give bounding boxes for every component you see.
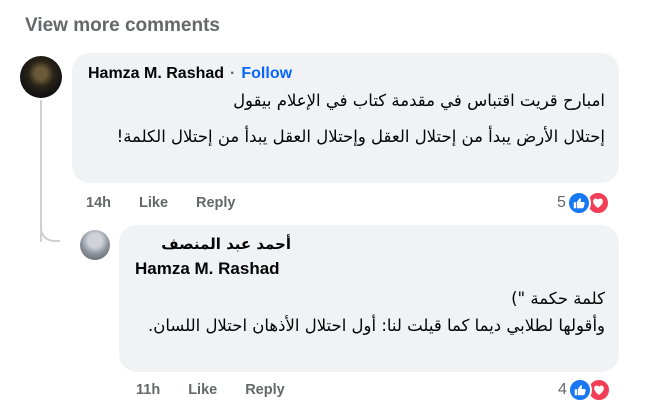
- comment-text-paragraph: إحتلال الأرض يبدأ من إحتلال العقل وإحتلا…: [116, 127, 605, 146]
- comment-author[interactable]: Hamza M. Rashad: [88, 65, 224, 83]
- like-icon: [567, 378, 592, 402]
- thread-connector-line: [40, 100, 42, 242]
- avatar[interactable]: [80, 230, 110, 260]
- comment-actions: 11h Like Reply: [136, 382, 285, 398]
- thread-connector-curve: [40, 222, 60, 242]
- reply-button[interactable]: Reply: [196, 195, 236, 211]
- reaction-summary[interactable]: 4: [558, 378, 611, 402]
- mentioned-user[interactable]: Hamza M. Rashad: [135, 259, 280, 279]
- reply-button[interactable]: Reply: [245, 382, 285, 398]
- comment-timestamp[interactable]: 11h: [136, 382, 160, 398]
- comment-text-paragraph: كلمة حكمة ") وأقولها لطلابي ديما كما قيل…: [148, 289, 605, 335]
- reaction-summary[interactable]: 5: [557, 191, 610, 215]
- like-button[interactable]: Like: [188, 382, 217, 398]
- reaction-count: 5: [557, 194, 566, 211]
- comment-text-line: امبارح قريت اقتباس في مقدمة كتاب في الإع…: [233, 91, 605, 110]
- follow-button[interactable]: Follow: [241, 65, 292, 83]
- comment-author[interactable]: أحمد عبد المنصف: [161, 235, 291, 253]
- avatar[interactable]: [20, 56, 62, 98]
- comment-timestamp[interactable]: 14h: [86, 195, 111, 211]
- comment-bubble: Hamza M. Rashad · Follow امبارح قريت اقت…: [72, 53, 619, 183]
- view-more-comments-link[interactable]: View more comments: [25, 15, 220, 37]
- like-button[interactable]: Like: [139, 195, 168, 211]
- comment-header: Hamza M. Rashad · Follow: [88, 65, 292, 83]
- like-icon: [566, 191, 591, 215]
- reply-bubble: أحمد عبد المنصف Hamza M. Rashad كلمة حكم…: [119, 225, 619, 372]
- reaction-count: 4: [558, 381, 567, 398]
- separator-dot: ·: [230, 65, 236, 82]
- comment-actions: 14h Like Reply: [86, 195, 236, 211]
